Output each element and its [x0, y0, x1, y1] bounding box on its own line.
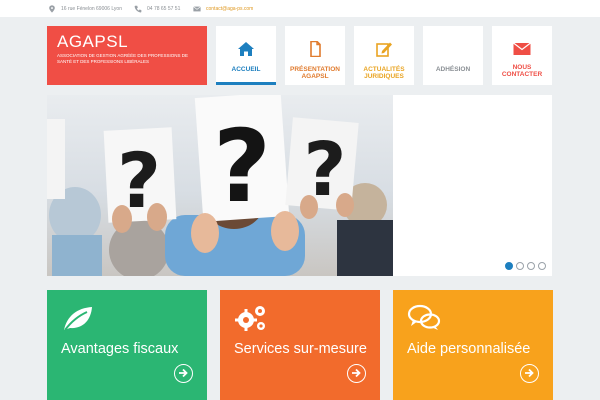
home-icon: [238, 42, 254, 56]
tile-arrow-button[interactable]: [347, 364, 366, 383]
logo-tagline: ASSOCIATION DE GESTION AGRÉÉE DES PROFES…: [57, 53, 188, 64]
slider-dot-2[interactable]: [516, 262, 524, 270]
nav-item-actualites[interactable]: ACTUALITÉS JURIDIQUES: [354, 26, 414, 85]
nav-label-presentation: PRÉSENTATION AGAPSL: [290, 66, 340, 80]
slider-dot-1[interactable]: [505, 262, 513, 270]
address-text: 16 rue Fénelon 69006 Lyon: [61, 5, 122, 12]
nav-item-presentation[interactable]: PRÉSENTATION AGAPSL: [285, 26, 345, 85]
tile-title: Aide personnalisée: [407, 341, 531, 357]
nav-label-adhesion: ADHÉSION: [435, 66, 471, 73]
slider-pagination: [505, 262, 546, 270]
mail-icon: [513, 42, 531, 55]
tile-services-sur-mesure[interactable]: Services sur-mesure: [220, 290, 380, 400]
address-info: 16 rue Fénelon 69006 Lyon: [48, 3, 122, 14]
sign-question-center: ?: [213, 108, 271, 225]
site-logo[interactable]: AGAPSL ASSOCIATION DE GESTION AGRÉÉE DES…: [47, 26, 207, 85]
chat-icon: [407, 304, 441, 330]
nav-item-contact[interactable]: NOUS CONTACTER: [492, 26, 552, 85]
phone-text[interactable]: 04 78 65 57 51: [147, 6, 180, 12]
tile-avantages-fiscaux[interactable]: Avantages fiscaux: [47, 290, 207, 400]
nav-label-actualites: ACTUALITÉS JURIDIQUES: [363, 66, 405, 80]
nav-item-adhesion[interactable]: ADHÉSION: [423, 26, 483, 85]
leaf-icon: [64, 307, 92, 331]
phone-icon: [134, 5, 142, 12]
tile-title: Services sur-mesure: [234, 341, 367, 357]
tile-arrow-button[interactable]: [520, 364, 539, 383]
hero-image: ? ? ?: [47, 95, 393, 276]
top-contact-bar: 16 rue Fénelon 69006 Lyon 04 78 65 57 51…: [0, 0, 600, 17]
edit-icon: [376, 42, 392, 57]
gears-icon: [235, 306, 265, 331]
envelope-icon: [193, 5, 201, 11]
nav-label-accueil: ACCUEIL: [231, 66, 261, 73]
arrow-right-icon: [179, 368, 188, 378]
nav-item-accueil[interactable]: ACCUEIL: [216, 26, 276, 85]
arrow-right-icon: [525, 368, 534, 378]
phone-info: 04 78 65 57 51: [134, 3, 180, 14]
arrow-right-icon: [352, 368, 361, 378]
map-pin-icon: [49, 4, 55, 13]
question-signs-illustration: ? ? ?: [47, 95, 393, 276]
tile-aide-personnalisee[interactable]: Aide personnalisée: [393, 290, 553, 400]
email-info: contact@aga-ps.com: [193, 3, 253, 14]
slider-dot-4[interactable]: [538, 262, 546, 270]
hero-slider[interactable]: ? ? ?: [47, 95, 552, 276]
document-icon: [310, 41, 321, 57]
tile-arrow-button[interactable]: [174, 364, 193, 383]
nav-label-contact: NOUS CONTACTER: [501, 64, 543, 78]
logo-name: AGAPSL: [57, 32, 129, 51]
slider-dot-3[interactable]: [527, 262, 535, 270]
email-link[interactable]: contact@aga-ps.com: [206, 6, 253, 12]
tile-title: Avantages fiscaux: [61, 341, 179, 357]
